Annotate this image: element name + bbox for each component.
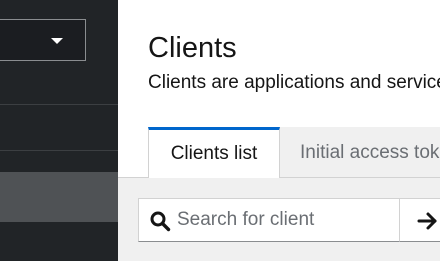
- main-content: Clients Clients are applications and ser…: [118, 0, 440, 261]
- tab-clients-list[interactable]: Clients list: [148, 127, 280, 178]
- sidebar-item-active[interactable]: [0, 172, 118, 222]
- sidebar-divider: [0, 104, 118, 105]
- page-title: Clients: [148, 32, 237, 64]
- realm-selector[interactable]: [0, 19, 86, 61]
- arrow-right-icon: [417, 212, 437, 230]
- sidebar: [0, 0, 118, 261]
- page-header: Clients Clients are applications and ser…: [118, 0, 440, 178]
- page-description: Clients are applications and services th…: [148, 72, 440, 93]
- clients-toolbar: [138, 198, 440, 242]
- tab-baseline: [118, 177, 148, 178]
- search-input[interactable]: [177, 199, 397, 241]
- sidebar-divider: [0, 150, 118, 151]
- search-submit-button[interactable]: [399, 198, 440, 242]
- caret-down-icon: [51, 38, 63, 44]
- tab-initial-access-token[interactable]: Initial access token: [280, 127, 440, 178]
- search-icon: [150, 211, 171, 232]
- tabs: Clients list Initial access token: [148, 127, 440, 178]
- search-box: [138, 198, 400, 242]
